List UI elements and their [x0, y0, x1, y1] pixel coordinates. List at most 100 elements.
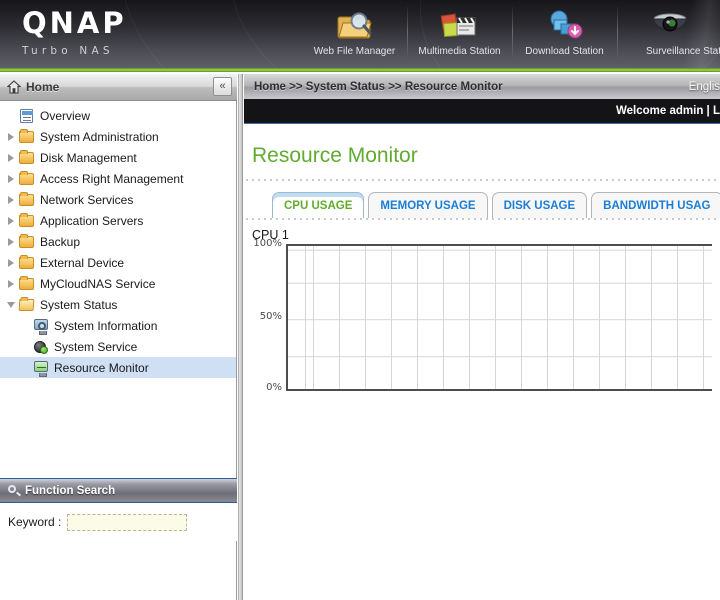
- sidebar-item-label: Application Servers: [40, 214, 143, 228]
- chart-plot-area: [286, 244, 712, 391]
- sidebar-item-external-device[interactable]: External Device: [0, 252, 236, 273]
- breadcrumb-bar: Home >> System Status >> Resource Monito…: [244, 74, 720, 99]
- expand-twisty-icon[interactable]: [4, 196, 18, 204]
- sidebar-item-label: System Service: [54, 340, 137, 354]
- station-download-station[interactable]: Download Station: [512, 0, 617, 68]
- function-search-body: Keyword :: [0, 503, 237, 541]
- folder-icon: [18, 192, 36, 208]
- station-label: Surveillance Stat: [646, 46, 720, 57]
- sidebar-item-label: MyCloudNAS Service: [40, 277, 155, 291]
- station-shortcuts: Web File Manager Multimedia Station: [302, 0, 720, 68]
- tab-disk-usage[interactable]: DISK USAGE: [492, 192, 588, 218]
- sidebar-item-label: Overview: [40, 109, 90, 123]
- sidebar-item-label: Backup: [40, 235, 80, 249]
- station-multimedia-station[interactable]: Multimedia Station: [407, 0, 512, 68]
- expand-twisty-icon[interactable]: [4, 133, 18, 141]
- sidebar-item-label: System Information: [54, 319, 157, 333]
- tab-label: CPU USAGE: [284, 200, 352, 212]
- sidebar-item-access-right-management[interactable]: Access Right Management: [0, 168, 236, 189]
- folder-icon: [18, 234, 36, 250]
- expand-twisty-icon[interactable]: [4, 280, 18, 288]
- welcome-user-text[interactable]: Welcome admin | L: [616, 105, 720, 117]
- sidebar-item-mycloudnas-service[interactable]: MyCloudNAS Service: [0, 273, 236, 294]
- sidebar-item-system-administration[interactable]: System Administration: [0, 126, 236, 147]
- folder-icon: [18, 213, 36, 229]
- main-content: Home >> System Status >> Resource Monito…: [244, 74, 720, 600]
- sidebar-item-label: Network Services: [40, 193, 133, 207]
- keyword-input[interactable]: [67, 514, 187, 531]
- y-axis-tick-0: 0%: [250, 382, 282, 393]
- station-label: Multimedia Station: [418, 46, 500, 57]
- sidebar-item-label: Disk Management: [40, 151, 137, 165]
- tab-memory-usage[interactable]: MEMORY USAGE: [368, 192, 487, 218]
- sidebar-collapse-button[interactable]: «: [213, 77, 232, 96]
- sidebar-item-label: System Administration: [40, 130, 159, 144]
- tab-bar: CPU USAGE MEMORY USAGE DISK USAGE BANDWI…: [272, 191, 720, 218]
- function-search-title: Function Search: [25, 485, 115, 497]
- qnap-admin-window: QNAP Turbo NAS Web File Manager: [0, 0, 720, 600]
- station-surveillance-station[interactable]: Surveillance Stat: [617, 0, 720, 68]
- language-selector[interactable]: Englis: [689, 81, 720, 93]
- system-service-icon: [32, 339, 50, 355]
- expand-twisty-icon[interactable]: [4, 175, 18, 183]
- top-banner: QNAP Turbo NAS Web File Manager: [0, 0, 720, 68]
- system-information-icon: [32, 318, 50, 334]
- chart-area: 100% 50% 0%: [252, 244, 712, 404]
- sidebar-item-label: Access Right Management: [40, 172, 183, 186]
- sidebar-header: Home «: [0, 74, 237, 101]
- y-axis-tick-50: 50%: [250, 311, 282, 322]
- sidebar-scrollbar[interactable]: [238, 74, 243, 600]
- sidebar-item-disk-management[interactable]: Disk Management: [0, 147, 236, 168]
- qnap-logo[interactable]: QNAP Turbo NAS: [22, 8, 127, 57]
- folder-icon: [18, 276, 36, 292]
- tab-label: DISK USAGE: [504, 200, 576, 212]
- film-clapper-icon: [439, 6, 481, 44]
- house-icon: [7, 80, 21, 94]
- sidebar-header-title: Home: [26, 80, 59, 94]
- download-arrow-icon: [544, 6, 586, 44]
- folder-magnifier-icon: [334, 6, 376, 44]
- folder-icon: [18, 171, 36, 187]
- welcome-bar: Welcome admin | L: [244, 99, 720, 124]
- sidebar-item-network-services[interactable]: Network Services: [0, 189, 236, 210]
- page-title: Resource Monitor: [252, 144, 720, 168]
- overview-document-icon: [18, 108, 36, 124]
- folder-icon: [18, 129, 36, 145]
- tab-cpu-usage[interactable]: CPU USAGE: [272, 192, 364, 218]
- station-label: Web File Manager: [314, 46, 396, 57]
- expand-twisty-icon[interactable]: [4, 217, 18, 225]
- sidebar-item-overview[interactable]: Overview: [0, 105, 236, 126]
- breadcrumb[interactable]: Home >> System Status >> Resource Monito…: [254, 81, 503, 93]
- sidebar-item-label: System Status: [40, 298, 117, 312]
- cpu-usage-chart: CPU 1 100% 50% 0%: [252, 228, 720, 404]
- function-search-header: Function Search: [0, 479, 237, 503]
- brand-tagline: Turbo NAS: [22, 45, 127, 57]
- expand-twisty-icon[interactable]: [4, 154, 18, 162]
- sidebar-item-backup[interactable]: Backup: [0, 231, 236, 252]
- sidebar-item-application-servers[interactable]: Application Servers: [0, 210, 236, 231]
- sidebar: Home « Overview System Administration Di…: [0, 74, 237, 600]
- brand-name: QNAP: [22, 8, 127, 38]
- collapse-twisty-icon[interactable]: [4, 302, 18, 308]
- station-label: Download Station: [525, 46, 603, 57]
- tab-label: BANDWIDTH USAG: [603, 200, 710, 212]
- station-web-file-manager[interactable]: Web File Manager: [302, 0, 407, 68]
- sidebar-item-system-information[interactable]: System Information: [0, 315, 236, 336]
- folder-open-icon: [18, 297, 36, 313]
- keyword-label: Keyword :: [8, 515, 61, 529]
- security-camera-icon: [649, 6, 691, 44]
- sidebar-item-resource-monitor[interactable]: Resource Monitor: [0, 357, 236, 378]
- tab-label: MEMORY USAGE: [380, 200, 475, 212]
- resource-monitor-icon: [32, 360, 50, 376]
- folder-icon: [18, 150, 36, 166]
- expand-twisty-icon[interactable]: [4, 238, 18, 246]
- expand-twisty-icon[interactable]: [4, 259, 18, 267]
- sidebar-item-label: Resource Monitor: [54, 361, 149, 375]
- chart-title: CPU 1: [252, 228, 720, 242]
- sidebar-item-system-service[interactable]: System Service: [0, 336, 236, 357]
- sidebar-item-system-status[interactable]: System Status: [0, 294, 236, 315]
- magnifier-icon: [8, 485, 19, 496]
- tab-bandwidth-usage[interactable]: BANDWIDTH USAG: [591, 192, 720, 218]
- brand-accent-bar: [0, 68, 720, 72]
- function-search-panel: Function Search Keyword :: [0, 478, 237, 541]
